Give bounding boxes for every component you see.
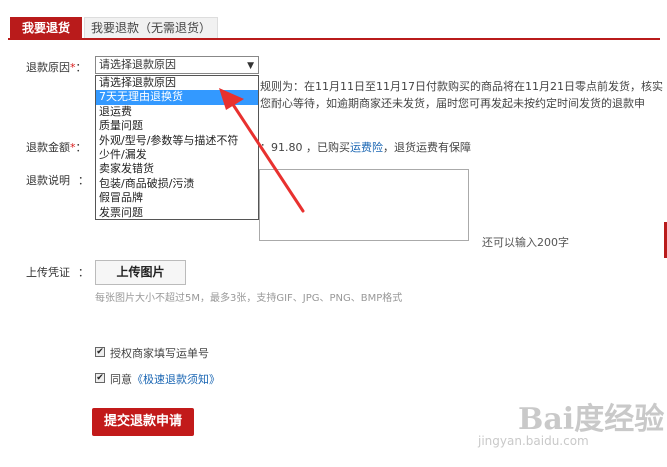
reason-option[interactable]: 退运费 — [96, 105, 258, 119]
reason-option-highlighted[interactable]: 7天无理由退换货 — [96, 90, 258, 105]
watermark-brand: Bai度经验 — [518, 402, 665, 437]
submit-refund-button[interactable]: 提交退款申请 — [92, 408, 194, 436]
tab-refund-only[interactable]: 我要退款（无需退货） — [84, 17, 218, 39]
agree-terms-checkbox[interactable]: ✔ — [95, 373, 105, 383]
reason-option[interactable]: 外观/型号/参数等与描述不符 — [96, 134, 258, 148]
amount-text: ：91.80 ，已购买运费险，退货运费有保障 — [260, 141, 471, 154]
watermark-url: jingyan.baidu.com — [478, 434, 589, 448]
shipping-insurance-link[interactable]: 运费险 — [350, 141, 383, 154]
char-count-hint: 还可以输入200字 — [482, 236, 569, 249]
fast-refund-terms-link[interactable]: 《极速退款须知》 — [132, 373, 220, 386]
reason-option[interactable]: 包装/商品破损/污渍 — [96, 177, 258, 191]
authorize-waybill-checkbox[interactable]: ✔ — [95, 347, 105, 357]
checkmark-icon: ✔ — [96, 347, 104, 357]
watermark: Bai度经验 jingyan.baidu.com — [470, 386, 664, 456]
upload-hint: 每张图片大小不超过5M，最多3张，支持GIF、JPG、PNG、BMP格式 — [95, 293, 403, 304]
reason-option[interactable]: 假冒品牌 — [96, 191, 258, 205]
notice-line-1: 规则为：在11月11日至11月17日付款购买的商品将在11月21日零点前发货，核… — [260, 80, 663, 93]
reason-dropdown-list[interactable]: 请选择退款原因 7天无理由退换货 退运费 质量问题 外观/型号/参数等与描述不符… — [95, 75, 259, 220]
voucher-label: 上传凭证： — [26, 266, 89, 279]
reason-label: 退款原因*： — [26, 61, 87, 74]
refund-description-textarea[interactable] — [259, 169, 469, 241]
agree-terms-label: 同意《极速退款须知》 — [110, 373, 220, 386]
reason-option[interactable]: 卖家发错货 — [96, 162, 258, 176]
reason-select[interactable]: 请选择退款原因 ▼ — [95, 56, 259, 74]
reason-option[interactable]: 发票问题 — [96, 206, 258, 220]
desc-label: 退款说明： — [26, 174, 89, 187]
checkmark-icon: ✔ — [96, 373, 104, 383]
tabs-underline — [8, 38, 660, 40]
tab-return-goods[interactable]: 我要退货 — [10, 17, 82, 39]
reason-option[interactable]: 少件/漏发 — [96, 148, 258, 162]
notice-line-2: 您耐心等待，如逾期商家还未发货，届时您可再发起未按约定时间发货的退款申 — [260, 97, 645, 110]
reason-option[interactable]: 请选择退款原因 — [96, 76, 258, 90]
authorize-waybill-label: 授权商家填写运单号 — [110, 347, 209, 360]
amount-label: 退款金额*： — [26, 141, 87, 154]
reason-option[interactable]: 质量问题 — [96, 119, 258, 133]
triangle-down-icon: ▼ — [247, 61, 254, 71]
upload-image-button[interactable]: 上传图片 — [95, 260, 186, 285]
reason-select-value: 请选择退款原因 — [99, 58, 176, 71]
